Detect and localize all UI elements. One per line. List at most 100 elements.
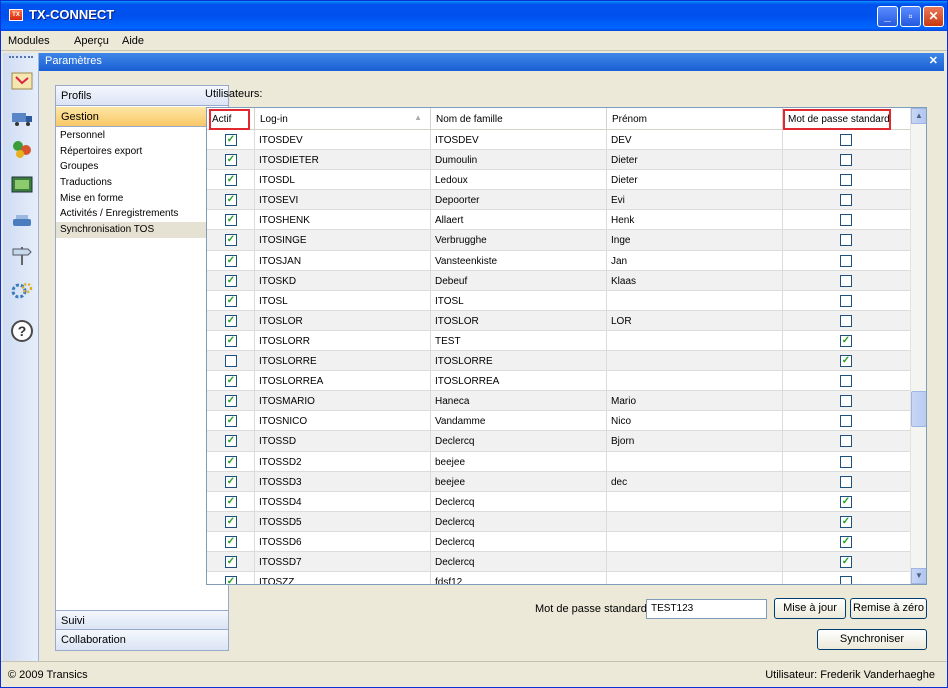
table-row[interactable]: ✓ ITOSSD3 beejee dec — [207, 471, 910, 492]
monitor-icon[interactable] — [10, 173, 34, 197]
actif-checkbox[interactable]: ✓ — [225, 555, 237, 568]
nav-item-activites[interactable]: Activités / Enregistrements — [56, 206, 228, 222]
tools-icon[interactable] — [10, 209, 34, 233]
cell-prenom[interactable] — [607, 511, 783, 532]
table-row[interactable]: ITOSLORRE ITOSLORRE ✓ — [207, 351, 910, 372]
nav-item-synchronisation-tos[interactable]: Synchronisation TOS — [56, 222, 228, 238]
scroll-thumb[interactable] — [911, 391, 926, 427]
cell-nom[interactable]: Declercq — [431, 531, 607, 552]
cell-nom[interactable]: Dumoulin — [431, 150, 607, 171]
nav-item-mise-en-forme[interactable]: Mise en forme — [56, 191, 228, 207]
table-row[interactable]: ✓ ITOSKD Debeuf Klaas — [207, 270, 910, 291]
table-row[interactable]: ✓ ITOSSD2 beejee — [207, 451, 910, 472]
cell-login[interactable]: ITOSJAN — [255, 250, 431, 271]
table-row[interactable]: ✓ ITOSSD7 Declercq ✓ — [207, 551, 910, 573]
cell-nom[interactable]: beejee — [431, 471, 607, 492]
cell-prenom[interactable]: Mario — [607, 391, 783, 412]
cell-login[interactable]: ITOSINGE — [255, 230, 431, 251]
cell-login[interactable]: ITOSDEV — [255, 130, 431, 150]
cell-prenom[interactable]: Dieter — [607, 170, 783, 191]
actif-checkbox[interactable]: ✓ — [225, 314, 237, 327]
cell-prenom[interactable] — [607, 491, 783, 512]
cell-nom[interactable]: ITOSLORRE — [431, 351, 607, 372]
cell-nom[interactable]: beejee — [431, 451, 607, 472]
password-input[interactable]: TEST123 — [646, 599, 767, 619]
mdp-checkbox[interactable]: ✓ — [840, 334, 852, 347]
actif-checkbox[interactable]: ✓ — [225, 134, 237, 146]
actif-checkbox[interactable]: ✓ — [225, 535, 237, 548]
cell-login[interactable]: ITOSDL — [255, 170, 431, 191]
cell-nom[interactable]: fdsf12 — [431, 572, 607, 584]
actif-checkbox[interactable]: ✓ — [225, 294, 237, 307]
maximize-button[interactable]: ▫ — [900, 6, 921, 27]
cell-nom[interactable]: Declercq — [431, 551, 607, 572]
people-icon[interactable] — [10, 137, 34, 161]
cell-prenom[interactable] — [607, 351, 783, 372]
cell-prenom[interactable]: Inge — [607, 230, 783, 251]
mdp-checkbox[interactable] — [840, 455, 852, 468]
cell-nom[interactable]: Declercq — [431, 511, 607, 532]
actif-checkbox[interactable]: ✓ — [225, 375, 237, 388]
mdp-checkbox[interactable] — [840, 314, 852, 327]
actif-checkbox[interactable]: ✓ — [225, 194, 237, 207]
cell-login[interactable]: ITOSL — [255, 290, 431, 311]
cell-login[interactable]: ITOSSD7 — [255, 551, 431, 572]
actif-checkbox[interactable]: ✓ — [225, 415, 237, 428]
cell-login[interactable]: ITOSLORRE — [255, 351, 431, 372]
menu-modules[interactable]: Modules — [8, 35, 50, 47]
actif-checkbox[interactable]: ✓ — [225, 254, 237, 267]
cell-prenom[interactable] — [607, 531, 783, 552]
cell-login[interactable]: ITOSSD4 — [255, 491, 431, 512]
actif-checkbox[interactable]: ✓ — [225, 395, 237, 408]
cell-prenom[interactable]: LOR — [607, 310, 783, 331]
cell-nom[interactable]: Vandamme — [431, 411, 607, 432]
cell-login[interactable]: ITOSLORR — [255, 330, 431, 351]
nav-item-repertoires-export[interactable]: Répertoires export — [56, 144, 228, 160]
column-header-prenom[interactable]: Prénom — [607, 108, 783, 130]
cell-login[interactable]: ITOSSD — [255, 431, 431, 452]
mdp-checkbox[interactable] — [840, 475, 852, 488]
cell-prenom[interactable] — [607, 330, 783, 351]
actif-checkbox[interactable]: ✓ — [225, 234, 237, 247]
cell-login[interactable]: ITOSDIETER — [255, 150, 431, 171]
cell-nom[interactable]: ITOSDEV — [431, 130, 607, 150]
column-header-login[interactable]: Log-in ▲ — [255, 108, 431, 130]
close-button[interactable]: ✕ — [923, 6, 944, 27]
actif-checkbox[interactable]: ✓ — [225, 334, 237, 347]
cell-prenom[interactable]: Jan — [607, 250, 783, 271]
table-row[interactable]: ✓ ITOSLOR ITOSLOR LOR — [207, 310, 910, 331]
nav-item-traductions[interactable]: Traductions — [56, 175, 228, 191]
panel-close-icon[interactable]: ✕ — [929, 54, 938, 67]
table-row[interactable]: ✓ ITOSDIETER Dumoulin Dieter — [207, 150, 910, 171]
cell-nom[interactable]: Verbrugghe — [431, 230, 607, 251]
table-row[interactable]: ✓ ITOSLORREA ITOSLORREA — [207, 371, 910, 392]
nav-section-gestion[interactable]: Gestion — [56, 107, 228, 127]
actif-checkbox[interactable]: ✓ — [225, 154, 237, 167]
update-button[interactable]: Mise à jour — [774, 598, 846, 619]
cell-prenom[interactable] — [607, 290, 783, 311]
cell-nom[interactable]: ITOSLORREA — [431, 371, 607, 392]
mdp-checkbox[interactable]: ✓ — [840, 555, 852, 568]
cell-prenom[interactable] — [607, 371, 783, 392]
table-row[interactable]: ✓ ITOSMARIO Haneca Mario — [207, 391, 910, 412]
cell-login[interactable]: ITOSSD5 — [255, 511, 431, 532]
mdp-checkbox[interactable] — [840, 274, 852, 287]
cell-login[interactable]: ITOSKD — [255, 270, 431, 291]
cell-prenom[interactable]: Nico — [607, 411, 783, 432]
cell-nom[interactable]: Declercq — [431, 491, 607, 512]
table-row[interactable]: ✓ ITOSLORR TEST ✓ — [207, 330, 910, 352]
table-row[interactable]: ✓ ITOSSD5 Declercq ✓ — [207, 511, 910, 532]
menu-aide[interactable]: Aide — [122, 35, 144, 47]
cell-login[interactable]: ITOSMARIO — [255, 391, 431, 412]
cell-nom[interactable]: Vansteenkiste — [431, 250, 607, 271]
cell-nom[interactable]: Declercq — [431, 431, 607, 452]
table-row[interactable]: ✓ ITOSSD4 Declercq ✓ — [207, 491, 910, 512]
actif-checkbox[interactable]: ✓ — [225, 274, 237, 287]
mdp-checkbox[interactable]: ✓ — [840, 495, 852, 508]
menu-apercu[interactable]: Aperçu — [74, 35, 109, 47]
actif-checkbox[interactable]: ✓ — [225, 515, 237, 528]
mdp-checkbox[interactable] — [840, 154, 852, 167]
cell-nom[interactable]: Ledoux — [431, 170, 607, 191]
minimize-button[interactable]: _ — [877, 6, 898, 27]
nav-section-collaboration[interactable]: Collaboration — [56, 630, 228, 650]
